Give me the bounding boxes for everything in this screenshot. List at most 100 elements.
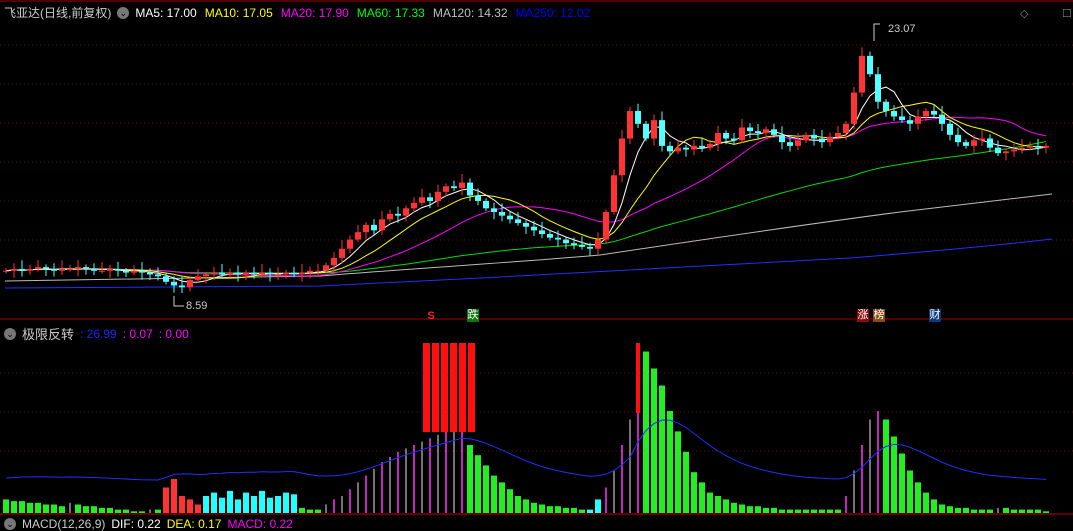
indicator-bar: [3, 499, 9, 513]
indicator-bar: [75, 504, 81, 513]
indicator-bar: [563, 507, 569, 513]
indicator-bar: [643, 351, 649, 513]
candle-body: [475, 195, 481, 201]
candle-body: [907, 120, 913, 124]
indicator-bar: [979, 509, 985, 513]
candle-body: [875, 74, 881, 102]
candle-body: [531, 226, 537, 231]
indicator-bar: [155, 509, 161, 513]
indicator-bar: [131, 511, 137, 513]
candle-body: [411, 202, 417, 209]
indicator-bar: [283, 492, 289, 513]
window-icon[interactable]: ☐: [1062, 7, 1072, 20]
candle-body: [315, 270, 321, 272]
chevron-down-icon[interactable]: ⌄: [117, 6, 130, 19]
indicator-bar: [325, 504, 327, 513]
candle-body: [1003, 151, 1009, 154]
indicator-bar: [621, 445, 623, 513]
indicator-bar: [987, 509, 993, 513]
candle-body: [339, 248, 345, 258]
indicator-bar: [413, 445, 415, 513]
candle-body: [275, 274, 281, 276]
indicator-bar: [997, 507, 999, 513]
indicator-bar: [963, 507, 969, 513]
indicator-bar: [259, 490, 265, 513]
indicator-bar: [955, 507, 961, 513]
indicator-bar: [715, 496, 721, 513]
candle-body: [827, 136, 833, 143]
indicator-bar: [307, 509, 313, 513]
indicator-bar: [429, 438, 431, 513]
indicator-bar: [341, 496, 343, 513]
candle-body: [507, 215, 513, 220]
limit-up-marker[interactable]: 涨: [857, 309, 869, 322]
candle-body: [243, 272, 249, 275]
candle-body: [683, 147, 689, 150]
indicator-value-3: : 0.00: [158, 326, 189, 341]
candle-body: [883, 101, 889, 111]
indicator-bar: [763, 507, 769, 513]
indicator-bar: [971, 509, 977, 513]
indicator-bar: [1027, 509, 1033, 513]
chevron-down-icon[interactable]: ⌄: [4, 327, 16, 340]
indicator-bar: [11, 501, 17, 513]
candle-body: [947, 123, 953, 135]
candle-body: [979, 138, 985, 141]
indicator-bar: [947, 506, 953, 513]
candle-body: [115, 268, 121, 271]
indicator-bar: [739, 504, 745, 513]
chevron-down-icon[interactable]: ⌄: [4, 518, 16, 530]
candle-body: [611, 175, 617, 212]
fall-marker[interactable]: 跌: [467, 309, 479, 322]
candle-body: [867, 55, 873, 75]
indicator-bar: [675, 431, 681, 513]
candle-body: [251, 272, 257, 275]
indicator-bar: [1011, 509, 1017, 513]
candle-body: [835, 132, 841, 137]
diamond-icon[interactable]: ◇: [1020, 7, 1028, 20]
candle-body: [123, 270, 129, 273]
candle-body: [291, 272, 297, 275]
candle-body: [355, 232, 361, 240]
finance-marker[interactable]: 财: [929, 309, 941, 322]
candle-body: [283, 272, 289, 275]
indicator-bar: [83, 506, 89, 513]
candle-body: [771, 129, 777, 135]
indicator-bar: [539, 504, 545, 513]
indicator-bar: [891, 436, 897, 513]
candle-body: [427, 197, 433, 201]
signal-s-marker[interactable]: S: [425, 310, 437, 323]
indicator-bar: [171, 479, 177, 513]
candle-body: [467, 182, 473, 196]
indicator-bar: [483, 465, 489, 513]
candle-body: [139, 270, 145, 273]
indicator-bar: [605, 487, 607, 513]
candle-body: [523, 223, 529, 227]
candle-body: [43, 267, 49, 269]
candle-body: [387, 213, 393, 220]
indicator-bar: [1035, 509, 1041, 513]
indicator-bar: [227, 490, 233, 513]
candle-body: [667, 145, 673, 152]
indicator-bar: [531, 502, 537, 513]
candle-body: [67, 268, 73, 270]
candle-body: [1019, 147, 1025, 150]
candle-body: [651, 120, 657, 139]
indicator-bar: [771, 507, 777, 513]
indicator-bar: [445, 431, 447, 513]
candle-body: [187, 279, 193, 288]
indicator-bar: [515, 496, 521, 513]
indicator-bar: [315, 509, 321, 513]
candle-body: [931, 110, 937, 115]
ma60-label: MA60: 17.33: [356, 5, 425, 20]
candle-body: [843, 123, 849, 133]
candle-body: [459, 182, 465, 189]
candle-body: [1035, 145, 1041, 148]
candle-body: [107, 268, 113, 271]
signal-bar: [636, 343, 640, 413]
indicator-bar: [853, 470, 855, 513]
stock-chart[interactable]: [0, 0, 1073, 525]
candle-body: [955, 134, 961, 143]
rank-marker[interactable]: 榜: [873, 309, 885, 322]
candle-body: [163, 276, 169, 282]
